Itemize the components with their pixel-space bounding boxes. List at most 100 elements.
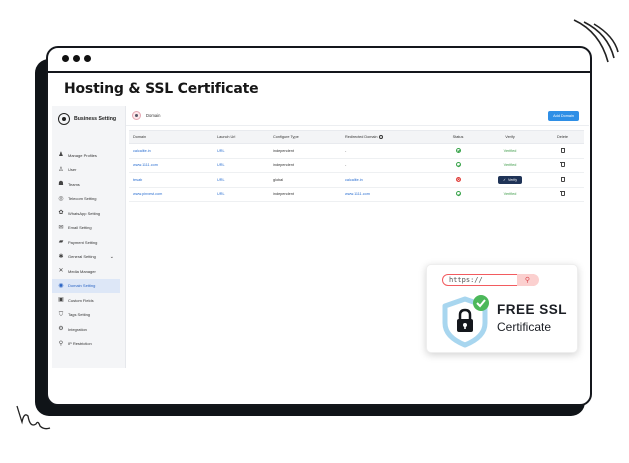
sidebar-item-payment-setting[interactable]: ▰ Payment Setting [52, 235, 120, 250]
redirected-domain[interactable]: calcalite.in [341, 178, 437, 182]
sidebar-item-user[interactable]: ♙ User [52, 163, 120, 178]
domain-link[interactable]: www.pinvest.com [129, 192, 213, 196]
gear-icon: ✱ [58, 253, 64, 260]
sidebar-item-tags-setting[interactable]: ⛉ Tags Setting [52, 308, 120, 323]
url-text: https:// [449, 276, 483, 284]
trash-icon[interactable] [560, 176, 565, 182]
verify-cell: ✓ Verify [479, 175, 541, 184]
status-cell [437, 162, 479, 168]
domain-link[interactable]: tesab [129, 178, 213, 182]
status-cell [437, 176, 479, 183]
sidebar-item-label: General Setting [68, 254, 96, 260]
integration-icon: ⚙ [58, 326, 64, 333]
teams-icon: ☗ [58, 181, 64, 188]
sidebar-item-label: Domain Setting [68, 283, 96, 289]
sidebar-item-ip-restriction[interactable]: ⚲ IP Restriction [52, 337, 120, 352]
domain-link[interactable]: www.1111.com [129, 163, 213, 167]
launch-url-link[interactable]: URL [213, 192, 269, 196]
redirected-domain[interactable]: www.1111.com [341, 192, 437, 196]
sidebar-item-label: Email Setting [68, 225, 92, 231]
sidebar-item-media-manager[interactable]: ✕ Media Manager [52, 264, 120, 279]
trash-icon[interactable] [560, 162, 565, 168]
window-controls [62, 55, 91, 62]
ssl-subtitle: Certificate [497, 320, 552, 334]
verify-button[interactable]: ✓ Verify [497, 175, 522, 184]
delete-cell [541, 147, 584, 154]
sidebar-item-domain-setting[interactable]: ◉ Domain Setting [52, 278, 120, 293]
launch-url-link[interactable]: URL [213, 149, 269, 153]
verify-label: Verify [508, 177, 517, 182]
table-row: calcalite.in URL independent - Verified [129, 144, 584, 159]
sidebar-item-manage-profiles[interactable]: ♟ Manage Profiles [52, 148, 120, 163]
user-icon: ♙ [58, 166, 64, 173]
domain-bar: Domain Add Domain [126, 106, 589, 126]
domain-icon: ◉ [58, 282, 64, 289]
window-dot-icon[interactable] [62, 55, 69, 62]
sidebar-item-label: Custom Fields [68, 297, 94, 303]
sidebar: Business Setting ♟ Manage Profiles ♙ User ☗ T… [52, 106, 120, 368]
configure-type: independent [273, 192, 294, 197]
page-title: Hosting & SSL Certificate [64, 81, 259, 97]
domain-table: Domain Launch Url Configure Type Redirec… [129, 130, 584, 202]
url-bar: https:// ⚲ [442, 273, 539, 286]
table-row: tesab URL global calcalite.in ✓ Verify [129, 173, 584, 188]
window-dot-icon[interactable] [84, 55, 91, 62]
launch-url-link[interactable]: URL [213, 178, 269, 182]
sidebar-item-integration[interactable]: ⚙ Integration [52, 322, 120, 337]
sidebar-item-label: Payment Setting [68, 239, 98, 245]
launch-url-link[interactable]: URL [213, 163, 269, 167]
sidebar-nav: ♟ Manage Profiles ♙ User ☗ Teams ◎ Telecom Sett… [52, 148, 120, 351]
sidebar-item-custom-fields[interactable]: ▣ Custom Fields [52, 293, 120, 308]
table-row: www.1111.com URL independent - Verified [129, 159, 584, 173]
add-domain-button[interactable]: Add Domain [548, 111, 579, 121]
sidebar-item-whatsapp-setting[interactable]: ✿ WhatsApp Setting [52, 206, 120, 221]
sidebar-item-teams[interactable]: ☗ Teams [52, 177, 120, 192]
sidebar-item-label: Integration [68, 326, 87, 332]
sidebar-item-label: WhatsApp Setting [68, 210, 101, 216]
check-circle-icon [455, 147, 461, 153]
configure-type: global [273, 177, 284, 182]
sidebar-item-label: Manage Profiles [68, 152, 97, 158]
verify-cell: Verified [479, 163, 541, 167]
delete-cell [541, 191, 584, 197]
table-row: www.pinvest.com URL independent www.1111.co… [129, 188, 584, 202]
domain-link[interactable]: calcalite.in [129, 149, 213, 153]
ssl-title: FREE SSL [497, 302, 568, 317]
check-circle-icon [455, 191, 461, 197]
trash-icon[interactable] [560, 191, 565, 197]
domain-avatar-icon [132, 111, 141, 120]
redirected-domain: - [345, 163, 347, 168]
column-header: Configure Type [273, 135, 299, 139]
shield-lock-icon [442, 295, 489, 348]
column-header: Delete [557, 135, 568, 139]
sidebar-item-telecom-setting[interactable]: ◎ Telecom Setting [52, 192, 120, 207]
table-body: calcalite.in URL independent - Verified www.1… [129, 144, 584, 202]
configure-type: independent [273, 163, 294, 168]
verify-cell: Verified [479, 149, 541, 153]
stage: Hosting & SSL Certificate Business Setti… [0, 0, 629, 463]
sidebar-item-email-setting[interactable]: ✉ Email Setting [52, 221, 120, 236]
verify-cell: Verified [479, 192, 541, 196]
verified-status: Verified [503, 148, 517, 153]
ssl-badge-card: https:// ⚲ FREE SSL Certificate [426, 264, 578, 353]
column-header: Status [452, 135, 464, 139]
column-header-label: Redirected Domain [345, 135, 378, 139]
sidebar-brand[interactable]: Business Setting [52, 106, 120, 132]
payment-icon: ▰ [58, 239, 64, 246]
info-icon[interactable] [378, 135, 383, 139]
brand-name: Business Setting [74, 116, 117, 122]
verified-status: Verified [503, 192, 517, 197]
column-header: Domain [133, 135, 147, 139]
location-pin-icon: ⚲ [58, 340, 64, 347]
check-icon: ✓ [502, 177, 506, 182]
domain-label: Domain [146, 113, 161, 118]
trash-icon[interactable] [560, 147, 565, 153]
business-logo-icon [58, 113, 70, 125]
table-header: Domain Launch Url Configure Type Redirec… [129, 130, 584, 144]
status-cell [437, 191, 479, 197]
chevron-down-icon[interactable]: ⌄ [110, 254, 114, 260]
window-dot-icon[interactable] [73, 55, 80, 62]
sidebar-item-general-setting[interactable]: ✱ General Setting ⌄ [52, 250, 120, 265]
sidebar-item-label: Media Manager [68, 268, 96, 274]
media-icon: ✕ [58, 268, 64, 275]
